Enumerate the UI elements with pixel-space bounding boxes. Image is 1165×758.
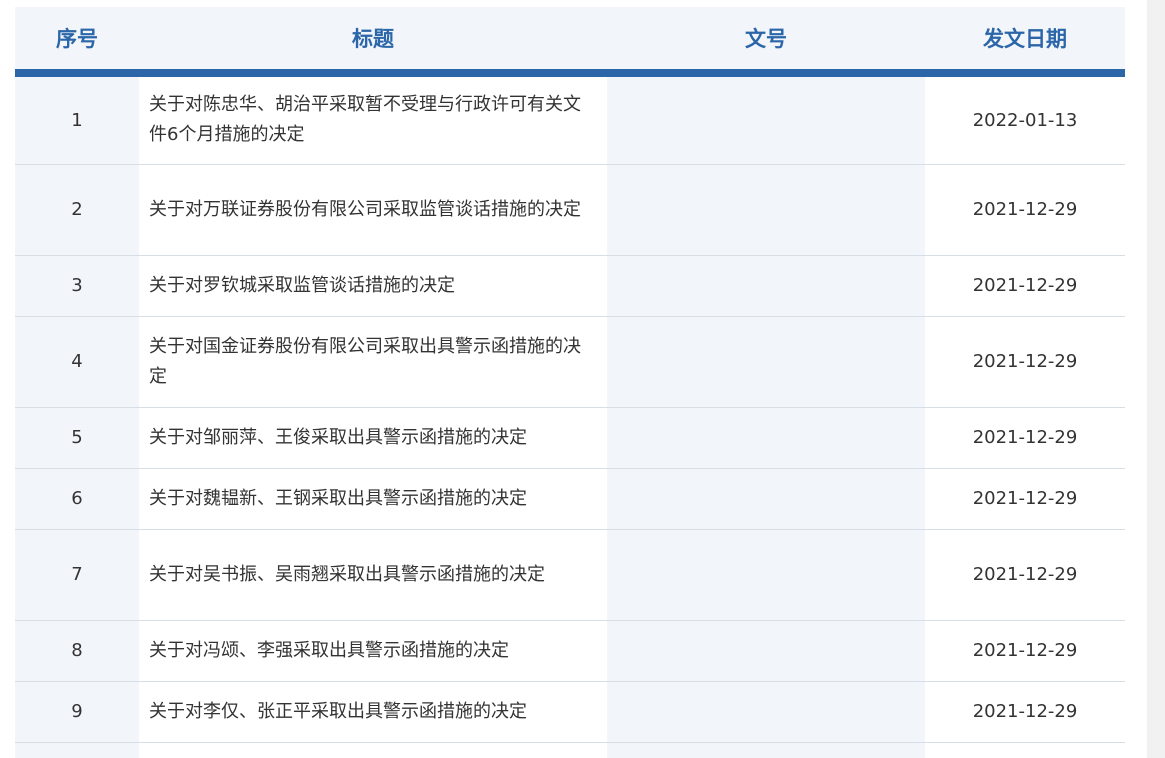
row-number: 2: [15, 164, 139, 256]
table-row: 7 关于对吴书振、吴雨翘采取出具警示函措施的决定 2021-12-29: [15, 529, 1125, 621]
row-title-link[interactable]: 关于对国金证券股份有限公司采取出具警示函措施的决定: [139, 316, 607, 408]
row-number: 8: [15, 620, 139, 682]
row-doc-number: [607, 407, 925, 469]
row-title-link[interactable]: 关于对李仅、张正平采取出具警示函措施的决定: [139, 681, 607, 743]
table-row: 8 关于对冯颂、李强采取出具警示函措施的决定 2021-12-29: [15, 620, 1125, 682]
row-title-link[interactable]: 关于对魏韫新、王钢采取出具警示函措施的决定: [139, 468, 607, 530]
row-date-empty: [925, 742, 1125, 758]
table-body: 1 关于对陈忠华、胡治平采取暂不受理与行政许可有关文件6个月措施的决定 2022…: [15, 73, 1125, 758]
table-header-row: 序号 标题 文号 发文日期: [15, 7, 1125, 77]
table-row: 1 关于对陈忠华、胡治平采取暂不受理与行政许可有关文件6个月措施的决定 2022…: [15, 73, 1125, 165]
table-row-partial: [15, 742, 1125, 758]
column-header-doc-number: 文号: [607, 7, 925, 77]
row-title-link[interactable]: 关于对罗钦城采取监管谈话措施的决定: [139, 255, 607, 317]
row-title-link[interactable]: 关于对冯颂、李强采取出具警示函措施的决定: [139, 620, 607, 682]
column-header-title: 标题: [139, 7, 607, 77]
row-doc-number: [607, 316, 925, 408]
row-number: 3: [15, 255, 139, 317]
row-date: 2021-12-29: [925, 681, 1125, 743]
row-date: 2021-12-29: [925, 164, 1125, 256]
row-doc-number: [607, 620, 925, 682]
row-doc-number: [607, 529, 925, 621]
row-date: 2021-12-29: [925, 407, 1125, 469]
row-date: 2021-12-29: [925, 529, 1125, 621]
row-number: 9: [15, 681, 139, 743]
row-date: 2021-12-29: [925, 620, 1125, 682]
row-date: 2021-12-29: [925, 316, 1125, 408]
row-number: 7: [15, 529, 139, 621]
row-doc-number-empty: [607, 742, 925, 758]
row-title-link[interactable]: 关于对邹丽萍、王俊采取出具警示函措施的决定: [139, 407, 607, 469]
page: 序号 标题 文号 发文日期 1 关于对陈忠华、胡治平采取暂不受理与行政许可有关文…: [0, 0, 1165, 758]
row-title-link[interactable]: 关于对万联证券股份有限公司采取监管谈话措施的决定: [139, 164, 607, 256]
row-date: 2021-12-29: [925, 468, 1125, 530]
table-row: 5 关于对邹丽萍、王俊采取出具警示函措施的决定 2021-12-29: [15, 407, 1125, 469]
row-title-link[interactable]: 关于对陈忠华、胡治平采取暂不受理与行政许可有关文件6个月措施的决定: [139, 73, 607, 165]
table-row: 2 关于对万联证券股份有限公司采取监管谈话措施的决定 2021-12-29: [15, 164, 1125, 256]
documents-table: 序号 标题 文号 发文日期 1 关于对陈忠华、胡治平采取暂不受理与行政许可有关文…: [15, 7, 1125, 758]
row-doc-number: [607, 73, 925, 165]
row-number: 6: [15, 468, 139, 530]
row-number: 4: [15, 316, 139, 408]
row-doc-number: [607, 164, 925, 256]
row-doc-number: [607, 255, 925, 317]
row-number: 5: [15, 407, 139, 469]
table-row: 9 关于对李仅、张正平采取出具警示函措施的决定 2021-12-29: [15, 681, 1125, 743]
row-date: 2021-12-29: [925, 255, 1125, 317]
column-header-date: 发文日期: [925, 7, 1125, 77]
vertical-scrollbar[interactable]: [1147, 0, 1165, 758]
row-title-link[interactable]: 关于对吴书振、吴雨翘采取出具警示函措施的决定: [139, 529, 607, 621]
row-number-empty: [15, 742, 139, 758]
row-title-empty: [139, 742, 607, 758]
row-doc-number: [607, 468, 925, 530]
table-row: 6 关于对魏韫新、王钢采取出具警示函措施的决定 2021-12-29: [15, 468, 1125, 530]
table-header: 序号 标题 文号 发文日期: [15, 7, 1125, 77]
table-row: 3 关于对罗钦城采取监管谈话措施的决定 2021-12-29: [15, 255, 1125, 317]
row-doc-number: [607, 681, 925, 743]
column-header-number: 序号: [15, 7, 139, 77]
row-number: 1: [15, 73, 139, 165]
table-row: 4 关于对国金证券股份有限公司采取出具警示函措施的决定 2021-12-29: [15, 316, 1125, 408]
row-date: 2022-01-13: [925, 73, 1125, 165]
documents-table-container: 序号 标题 文号 发文日期 1 关于对陈忠华、胡治平采取暂不受理与行政许可有关文…: [15, 7, 1125, 758]
